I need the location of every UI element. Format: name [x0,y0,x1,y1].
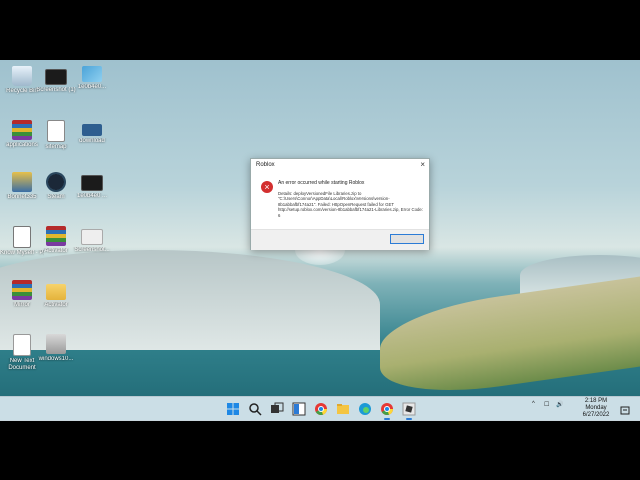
tray-chevron-icon[interactable]: ^ [532,401,535,407]
desktop-icon-download[interactable]: download [70,120,114,145]
screenshot-icon [81,175,103,191]
mp3-file-icon [13,226,31,248]
close-icon[interactable]: × [420,160,425,169]
chrome-icon[interactable] [314,402,328,416]
file-explorer-icon[interactable] [336,402,350,416]
app-icon [12,172,32,192]
search-icon[interactable] [248,402,262,416]
folder-icon [46,284,66,300]
desktop-icon-label: 1e0b4e0... [77,84,107,90]
winrar-icon [46,226,66,246]
image-file-icon [82,124,102,136]
notification-icon[interactable] [620,403,630,415]
windows-installer-icon [46,334,66,354]
dialog-title: Roblox [256,162,275,168]
volume-icon[interactable]: 🔊 [556,401,563,408]
roblox-icon[interactable] [402,402,416,420]
error-dialog: Roblox × × An error occurred while start… [250,158,430,250]
winrar-icon [12,120,32,140]
widgets-icon[interactable] [292,402,306,416]
windows-start-icon[interactable] [226,402,240,416]
chrome-icon[interactable] [380,402,394,420]
document-icon [47,120,65,142]
winrar-icon [12,280,32,300]
desktop-icon-label: download [79,138,105,144]
desktop-icon-windows10[interactable]: windows10... [34,334,78,363]
network-icon[interactable]: ☐ [544,401,549,408]
desktop-icon-label: 1e0b4e0 ... [76,193,108,199]
desktop-icon-activator-folder[interactable]: Activator [34,280,78,309]
ok-button[interactable] [390,234,424,244]
screenshot-icon [45,69,67,85]
task-view-icon[interactable] [270,402,284,416]
desktop-icon-label: windows10... [38,356,74,362]
dialog-details: Details: deployVersionedFile Libraries.z… [278,191,423,218]
clock-date: 6/27/2022 [582,412,610,418]
taskbar-clock[interactable]: 2:18 PM Monday 6/27/2022 [580,398,612,419]
error-icon: × [261,181,273,193]
letterbox-top [0,0,640,60]
image-file-icon [82,66,102,82]
desktop-icon-label: sitemap [45,144,67,150]
text-document-icon [13,334,31,356]
desktop-icon-screenshot-2[interactable]: 1e0b4e0 ... [70,172,114,200]
taskbar: ^ ☐ 🔊 2:18 PM Monday 6/27/2022 [0,396,640,421]
steam-icon [46,172,66,192]
dialog-footer [251,229,429,250]
screenshot-icon [81,229,103,245]
clock-day: Monday [585,405,607,411]
clock-time: 2:18 PM [584,398,608,404]
dialog-heading: An error occurred while starting Roblox [278,180,365,186]
letterbox-bottom [0,420,640,480]
desktop-icon-screenshot-3[interactable]: Screenshot... [70,226,114,254]
desktop-icon-label: Activator [44,302,68,308]
wallpaper-grass [380,270,640,404]
desktop-icon-label: Screenshot... [74,247,110,253]
desktop-icon-image-1[interactable]: 1e0b4e0... [70,66,114,91]
edge-icon[interactable] [358,402,372,416]
recycle-bin-icon [12,66,32,86]
